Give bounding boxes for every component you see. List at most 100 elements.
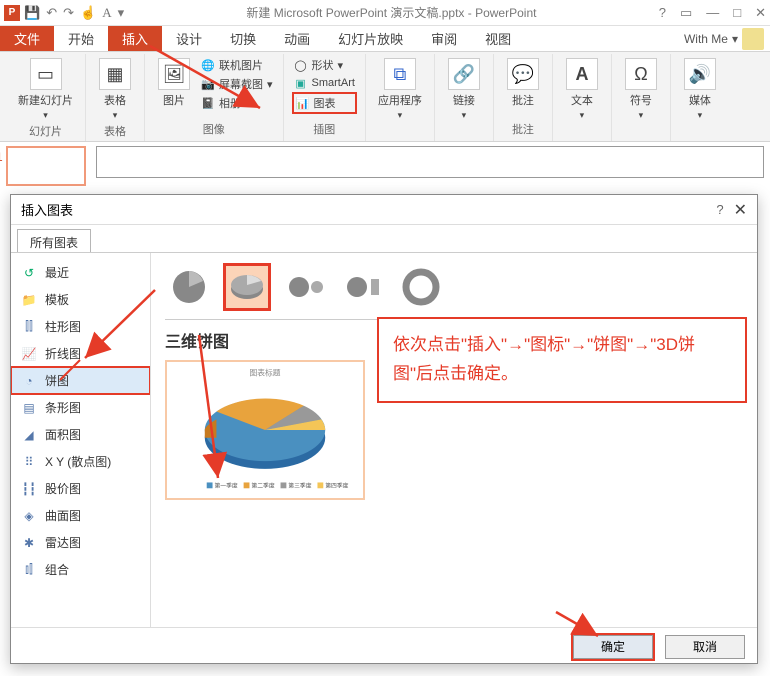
tab-file[interactable]: 文件 [0,26,54,51]
media-button[interactable]: 🔊媒体▾ [679,56,721,123]
font-icon[interactable]: A [102,5,111,21]
screenshot-button[interactable]: 📷屏幕截图 ▾ [199,75,275,93]
tab-all-charts[interactable]: 所有图表 [17,229,91,252]
category-combo[interactable]: ⫾⫿组合 [11,556,150,583]
svg-text:第一季度: 第一季度 [214,481,237,489]
subtype-bar-of-pie[interactable] [339,263,387,311]
redo-icon[interactable]: ↷ [63,5,74,21]
chart-icon: 📊 [296,96,310,110]
new-slide-button[interactable]: ▭ 新建幻灯片▾ [14,56,77,123]
apps-icon: ⧉ [384,58,416,90]
tab-view[interactable]: 视图 [471,26,525,51]
tab-transition[interactable]: 切换 [216,26,270,51]
window-title: 新建 Microsoft PowerPoint 演示文稿.pptx - Powe… [124,4,659,21]
comment-icon: 💬 [507,58,539,90]
category-radar[interactable]: ✱雷达图 [11,529,150,556]
pie-icon: ◔ [21,373,37,389]
chart-button[interactable]: 📊图表 [292,92,357,114]
category-surface[interactable]: ◈曲面图 [11,502,150,529]
dialog-help-icon[interactable]: ? [716,202,723,217]
smartart-button[interactable]: ▣SmartArt [292,75,357,91]
subtype-pie-2d[interactable] [165,263,213,311]
symbol-icon: Ω [625,58,657,90]
category-scatter[interactable]: ⠿X Y (散点图) [11,448,150,475]
category-column[interactable]: ⫿⫿柱形图 [11,313,150,340]
picture-icon: 🖼 [158,58,190,90]
table-button[interactable]: ▦ 表格▾ [94,56,136,123]
online-picture-button[interactable]: 🌐联机图片 [199,56,275,74]
slide-thumbnail-1[interactable] [6,146,86,186]
touch-mode-icon[interactable]: ☝ [80,5,96,21]
category-templates[interactable]: 📁模板 [11,286,150,313]
links-button[interactable]: 🔗链接▾ [443,56,485,123]
line-icon: 📈 [21,346,37,362]
close-icon[interactable]: ✕ [755,5,766,21]
category-recent[interactable]: ↺最近 [11,259,150,286]
minimize-icon[interactable]: — [706,5,719,21]
ok-button[interactable]: 确定 [573,635,653,659]
powerpoint-icon: P [4,5,20,21]
smartart-icon: ▣ [294,76,308,90]
account-label[interactable]: With Me▾ [678,26,770,51]
pie-subtype-row [165,263,743,311]
album-button[interactable]: 📓相册 ▾ [199,94,275,112]
subtype-pie-of-pie[interactable] [281,263,329,311]
comments-button[interactable]: 💬批注 [502,56,544,110]
recent-icon: ↺ [21,265,37,281]
combo-icon: ⫾⫿ [21,562,37,578]
album-icon: 📓 [201,96,215,110]
tab-insert[interactable]: 插入 [108,26,162,51]
group-label-comments: 批注 [512,121,534,139]
text-button[interactable]: A文本▾ [561,56,603,123]
area-icon: ◢ [21,427,37,443]
slide-canvas[interactable] [96,146,764,178]
apps-button[interactable]: ⧉应用程序▾ [374,56,426,123]
shapes-button[interactable]: ◯形状 ▾ [292,56,357,74]
undo-icon[interactable]: ↶ [46,5,57,21]
link-icon: 🔗 [448,58,480,90]
ribbon: ▭ 新建幻灯片▾ 幻灯片 ▦ 表格▾ 表格 🖼 图片 🌐联机图片 📷屏幕截图 ▾… [0,52,770,142]
surface-icon: ◈ [21,508,37,524]
save-icon[interactable]: 💾 [24,5,40,21]
window-titlebar: P 💾 ↶ ↷ ☝ A ▾ 新建 Microsoft PowerPoint 演示… [0,0,770,26]
category-bar[interactable]: ▤条形图 [11,394,150,421]
scatter-icon: ⠿ [21,454,37,470]
svg-text:第四季度: 第四季度 [325,481,348,489]
group-label-slides: 幻灯片 [29,123,62,141]
help-icon[interactable]: ? [659,5,666,21]
category-stock[interactable]: ┇┇股价图 [11,475,150,502]
tab-design[interactable]: 设计 [162,26,216,51]
media-icon: 🔊 [684,58,716,90]
screenshot-icon: 📷 [201,77,215,91]
group-label-illustrations: 插图 [313,121,335,139]
chart-preview[interactable]: 图表标题 第一季度 第二季度 第三季度 第四季度 [165,360,365,500]
text-icon: A [566,58,598,90]
column-icon: ⫿⫿ [21,319,37,335]
online-picture-icon: 🌐 [201,58,215,72]
subtype-pie-3d[interactable] [223,263,271,311]
subtype-doughnut[interactable] [397,263,445,311]
dialog-title: 插入图表 [21,200,73,219]
tab-home[interactable]: 开始 [54,26,108,51]
svg-text:第三季度: 第三季度 [288,481,311,489]
radar-icon: ✱ [21,535,37,551]
shapes-icon: ◯ [294,58,308,72]
templates-icon: 📁 [21,292,37,308]
ribbon-tabs: 文件 开始 插入 设计 切换 动画 幻灯片放映 审阅 视图 With Me▾ [0,26,770,52]
dialog-close-icon[interactable]: ✕ [734,200,747,220]
slide-area [0,142,770,182]
bar-icon: ▤ [21,400,37,416]
maximize-icon[interactable]: □ [733,5,741,21]
tab-review[interactable]: 审阅 [417,26,471,51]
tab-animation[interactable]: 动画 [270,26,324,51]
category-pie[interactable]: ◔饼图 [11,367,150,394]
cancel-button[interactable]: 取消 [665,635,745,659]
symbols-button[interactable]: Ω符号▾ [620,56,662,123]
annotation-box: 依次点击"插入"→"图标"→"饼图"→"3D饼图"后点击确定。 [377,317,747,403]
tab-slideshow[interactable]: 幻灯片放映 [324,26,417,51]
picture-button[interactable]: 🖼 图片 [153,56,195,110]
ribbon-display-icon[interactable]: ▭ [680,5,692,21]
svg-text:第二季度: 第二季度 [251,481,274,489]
category-line[interactable]: 📈折线图 [11,340,150,367]
category-area[interactable]: ◢面积图 [11,421,150,448]
